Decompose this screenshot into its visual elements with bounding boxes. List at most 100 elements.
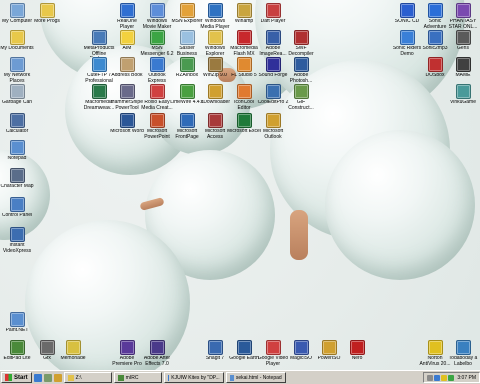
app-icon [9,312,25,327]
desktop-icon-label: EditPad Lite [3,356,31,361]
app-icon [399,3,415,18]
desktop-icon[interactable]: Roxio Easy Media Creat... [140,84,174,111]
desktop-icon[interactable]: EditPad Lite [0,340,34,362]
app-icon [179,84,195,99]
app-icon [149,340,165,355]
messenger-icon[interactable] [448,374,455,381]
desktop-icon[interactable]: Instant VideoXpress [0,227,34,254]
quicklaunch-media-icon[interactable] [53,373,62,382]
desktop-icon[interactable]: SWF Decompiler [284,30,318,57]
desktop-icon[interactable]: Character Map [0,168,34,190]
taskbar-button[interactable]: Z:\ [63,372,112,383]
desktop-icon[interactable]: AIM [110,30,144,52]
desktop-icon[interactable]: Todaboday a Labelbo [446,340,480,367]
taskbar-button[interactable]: sekai.html - Notepad [225,372,286,383]
desktop-icon-label: Notepad [7,156,27,161]
windows-flag-icon [5,374,12,381]
desktop-icon-label: Address Book [111,73,143,78]
app-icon [455,340,471,355]
app-icon [91,30,107,45]
app-icon [149,57,165,72]
app-icon [207,3,223,18]
desktop-icon[interactable]: Adobe Photosh... [284,57,318,84]
desktop-icon[interactable]: My Computer [0,3,34,25]
desktop-icon[interactable]: More Progs [30,3,64,25]
desktop-icon[interactable]: Daft Player [256,3,290,25]
desktop-icon-label: Nero [351,356,363,361]
app-icon [236,340,252,355]
desktop-icon-label: Garbage Can [1,100,33,105]
desktop-icon[interactable]: HammerSnipe PowerTool [110,84,144,111]
desktop-icon[interactable]: RealOne Player [110,3,144,30]
app-icon [207,340,223,355]
app-icon [9,197,25,212]
taskbar-button[interactable]: mIRC [113,372,162,383]
desktop-icon[interactable]: Address Book [110,57,144,79]
app-icon [91,57,107,72]
app-icon [207,30,223,45]
desktop-icon-label: HammerSnipe PowerTool [111,100,143,111]
desktop-icon[interactable]: MAME [446,57,480,79]
app-icon [9,57,25,72]
desktop-icon[interactable]: Gens [446,30,480,52]
mirc-icon [117,374,124,381]
desktop-icon-label: Adobe Photosh... [289,73,313,84]
desktop-icon[interactable]: Paint.NET [0,312,34,334]
app-icon [455,84,471,99]
app-icon [119,57,135,72]
app-icon [265,340,281,355]
network-icon[interactable] [434,374,441,381]
app-icon [9,84,25,99]
desktop-icon[interactable]: PHANTASY STAR ONL... [446,3,480,30]
desktop-icon[interactable]: Adobe Premiere Pro [110,340,144,367]
desktop-icon[interactable]: Notepad [0,140,34,162]
app-icon [179,30,195,45]
app-icon [9,113,25,128]
notepad-icon [229,374,234,381]
desktop-icon-label: Adobe Premiere Pro [112,356,142,367]
desktop-icon[interactable]: Nero [340,340,374,362]
wallpaper-bubble [325,130,475,280]
desktop-icon[interactable]: VinkuGame [446,84,480,106]
app-icon [179,57,195,72]
app-icon [91,84,107,99]
desktop-icon[interactable]: GIF Construct... [284,84,318,111]
app-icon [39,340,55,355]
desktop-icon[interactable]: Control Panel [0,197,34,219]
desktop-icon-label: Roxio Easy Media Creat... [141,100,173,111]
desktop-icon-label: GIF Construct... [288,100,314,111]
desktop-icon[interactable]: Garbage Can [0,84,34,106]
desktop-icon-label: PHANTASY STAR ONL... [448,19,478,30]
desktop-icon[interactable]: Calculator [0,113,34,135]
app-icon [149,84,165,99]
desktop-icon[interactable]: Microsoft Word [110,113,144,135]
desktop-icon[interactable]: MSN Messenger 6.2 [140,30,174,57]
browser-icon [167,374,170,381]
app-icon [455,3,471,18]
app-icon [455,30,471,45]
desktop-icon[interactable]: Memonade [56,340,90,362]
app-icon [9,3,25,18]
app-icon [349,340,365,355]
desktop-icon-label: Calculator [5,129,29,134]
desktop-icon-label: SWF Decompiler [288,46,314,57]
app-icon [119,340,135,355]
desktop-icon[interactable]: My Network Places [0,57,34,84]
quicklaunch-ie-icon[interactable] [33,373,42,382]
volume-icon[interactable] [427,374,434,381]
desktop-icon[interactable]: My Documents [0,30,34,52]
quicklaunch-desktop-icon[interactable] [43,373,52,382]
start-button[interactable]: Start [1,372,32,383]
desktop-icon[interactable]: Adobe After Effects 7.0 [140,340,174,367]
app-icon [9,340,25,355]
taskbar-button[interactable]: KJUIW Kites by "DP... [163,372,224,383]
desktop-icon[interactable]: Windows Movie Maker [140,3,174,30]
app-icon [427,3,443,18]
desktop-icon-label: Adobe After Effects 7.0 [143,356,171,367]
desktop-icon[interactable]: Microsoft PowerPoint [140,113,174,140]
taskbar-button-label: KJUIW Kites by "DP... [171,374,220,381]
desktop-icon[interactable]: Outlook Express [140,57,174,84]
desktop-icon-label: My Network Places [3,73,31,84]
antivirus-icon[interactable] [441,374,448,381]
desktop-icon[interactable]: Microsoft Outlook [256,113,290,140]
